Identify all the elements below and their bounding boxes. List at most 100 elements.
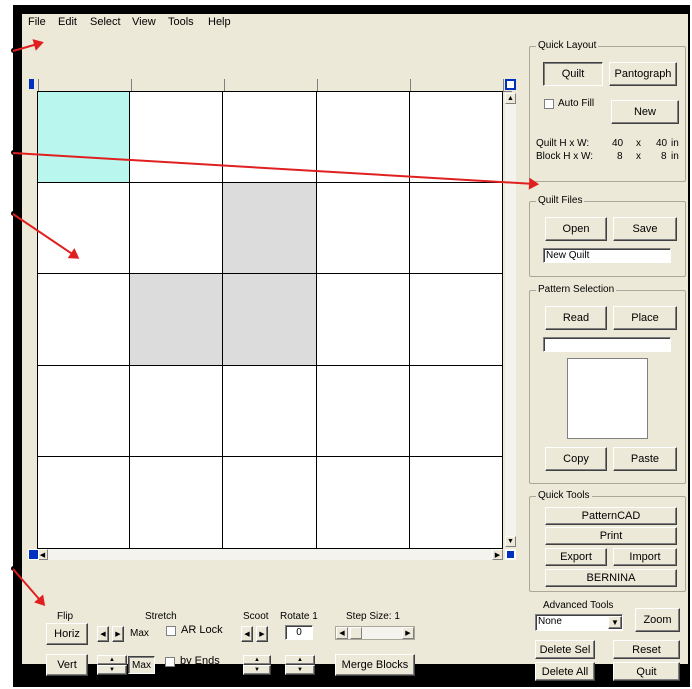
step-slider-thumb[interactable] <box>350 627 362 639</box>
step-right-arrow-icon[interactable]: ▶ <box>402 627 414 639</box>
rotate-down-arrow-icon[interactable]: ▼ <box>285 665 315 675</box>
quilt-block[interactable] <box>409 365 503 458</box>
scoot-down-arrow-icon[interactable]: ▼ <box>243 665 271 675</box>
quit-button[interactable]: Quit <box>613 662 680 681</box>
import-button[interactable]: Import <box>613 548 677 566</box>
merge-blocks-button[interactable]: Merge Blocks <box>335 654 415 676</box>
quilt-block[interactable] <box>316 182 410 275</box>
vertical-scrollbar[interactable] <box>505 93 516 547</box>
menu-select[interactable]: Select <box>90 16 121 28</box>
rotate-value-field[interactable]: 0 <box>285 625 313 640</box>
flip-label: Flip <box>57 611 74 622</box>
quilt-block[interactable] <box>316 457 410 549</box>
quilt-block[interactable] <box>223 274 317 366</box>
quilt-block[interactable] <box>37 91 131 183</box>
scoot-up-arrow-icon[interactable]: ▲ <box>243 655 271 665</box>
scroll-right-button[interactable]: ▶ <box>492 549 503 560</box>
step-left-arrow-icon[interactable]: ◀ <box>336 627 348 639</box>
auto-fill-checkbox[interactable] <box>544 99 554 109</box>
new-layout-button[interactable]: New <box>611 100 679 124</box>
ar-lock-label: AR Lock <box>181 624 223 636</box>
group-title: Quick Tools <box>536 490 592 501</box>
copy-pattern-button[interactable]: Copy <box>545 447 607 471</box>
delete-all-button[interactable]: Delete All <box>535 662 595 681</box>
scroll-up-button[interactable]: ▲ <box>505 93 516 104</box>
paste-pattern-button[interactable]: Paste <box>613 447 677 471</box>
quilt-canvas[interactable] <box>37 91 503 549</box>
menu-tools[interactable]: Tools <box>168 16 194 28</box>
auto-fill-label: Auto Fill <box>558 98 595 109</box>
menu-help[interactable]: Help <box>208 16 231 28</box>
menu-edit[interactable]: Edit <box>58 16 77 28</box>
corner-marker-left[interactable] <box>28 549 39 560</box>
quilt-block[interactable] <box>223 182 317 275</box>
quilt-block[interactable] <box>130 457 224 549</box>
quilt-block[interactable] <box>37 274 131 366</box>
quilt-block[interactable] <box>316 274 410 366</box>
quilt-block[interactable] <box>409 182 503 275</box>
quilt-mode-button[interactable]: Quilt <box>543 62 603 86</box>
quilt-block[interactable] <box>37 457 131 549</box>
group-title: Quilt Files <box>536 195 585 206</box>
flip-horiz-button[interactable]: Horiz <box>46 623 88 645</box>
rotate-up-arrow-icon[interactable]: ▲ <box>285 655 315 665</box>
quilt-block[interactable] <box>130 91 224 183</box>
pattern-preview <box>567 358 648 439</box>
quilt-unit: in <box>671 138 679 149</box>
dropdown-arrow-icon[interactable]: ▼ <box>608 616 622 629</box>
stretch-down-arrow-icon[interactable]: ▼ <box>97 665 127 675</box>
block-height: 8 <box>617 151 623 162</box>
quilt-block[interactable] <box>409 91 503 183</box>
zoom-button[interactable]: Zoom <box>635 608 680 632</box>
quilt-block[interactable] <box>130 365 224 458</box>
bernina-button[interactable]: BERNINA <box>545 569 677 587</box>
stretch-left-arrow-icon[interactable]: ◀ <box>97 626 109 642</box>
menu-file[interactable]: File <box>28 16 46 28</box>
save-button[interactable]: Save <box>613 217 677 241</box>
pantograph-mode-button[interactable]: Pantograph <box>609 62 677 86</box>
delete-sel-button[interactable]: Delete Sel <box>535 640 595 659</box>
ruler-marker-right[interactable] <box>505 79 516 90</box>
by-ends-checkbox[interactable] <box>165 657 175 667</box>
flip-vert-button[interactable]: Vert <box>46 654 88 676</box>
place-pattern-button[interactable]: Place <box>613 306 677 330</box>
scroll-down-button[interactable]: ▼ <box>505 536 516 547</box>
ruler-marker-left[interactable] <box>29 79 34 89</box>
group-title: Pattern Selection <box>536 284 617 295</box>
quilt-block[interactable] <box>223 365 317 458</box>
top-ruler <box>28 78 512 92</box>
block-width: 8 <box>661 151 667 162</box>
block-unit: in <box>671 151 679 162</box>
horizontal-scrollbar[interactable] <box>37 549 503 560</box>
quilt-block[interactable] <box>130 274 224 366</box>
patterncad-button[interactable]: PatternCAD <box>545 507 677 525</box>
reset-button[interactable]: Reset <box>613 640 680 659</box>
print-button[interactable]: Print <box>545 527 677 545</box>
quilt-block[interactable] <box>130 182 224 275</box>
quilt-block[interactable] <box>409 457 503 549</box>
stretch-max-label: Max <box>130 628 149 639</box>
stretch-right-arrow-icon[interactable]: ▶ <box>112 626 124 642</box>
stretch-up-arrow-icon[interactable]: ▲ <box>97 655 127 665</box>
scoot-left-arrow-icon[interactable]: ◀ <box>241 626 253 642</box>
quilt-block[interactable] <box>37 182 131 275</box>
quilt-block[interactable] <box>316 91 410 183</box>
stretch-max-button[interactable]: Max <box>128 656 155 674</box>
corner-marker-right[interactable] <box>505 549 516 560</box>
read-pattern-button[interactable]: Read <box>545 306 607 330</box>
menu-view[interactable]: View <box>132 16 156 28</box>
quilt-name-field[interactable]: New Quilt <box>543 248 671 263</box>
pattern-name-field[interactable] <box>543 337 671 352</box>
quilt-block[interactable] <box>223 457 317 549</box>
quilt-times: x <box>636 138 641 149</box>
advanced-tools-label: Advanced Tools <box>543 600 614 611</box>
open-button[interactable]: Open <box>545 217 607 241</box>
scoot-right-arrow-icon[interactable]: ▶ <box>256 626 268 642</box>
menu-bar: File Edit Select View Tools Help <box>22 14 688 30</box>
quilt-size-label: Quilt H x W: <box>536 138 590 149</box>
quilt-block[interactable] <box>316 365 410 458</box>
quilt-block[interactable] <box>37 365 131 458</box>
export-button[interactable]: Export <box>545 548 607 566</box>
ar-lock-checkbox[interactable] <box>166 626 176 636</box>
quilt-block[interactable] <box>409 274 503 366</box>
